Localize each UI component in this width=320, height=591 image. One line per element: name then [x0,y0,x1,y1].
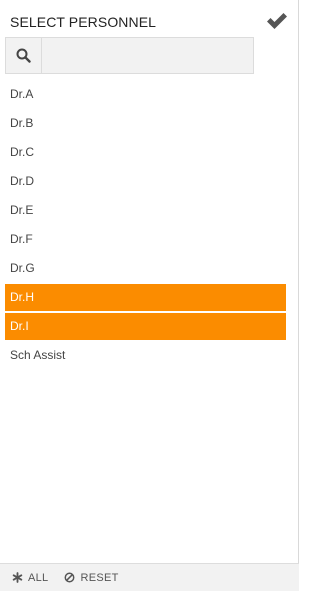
select-all-label: ALL [28,571,49,584]
personnel-item[interactable]: Dr.D [5,168,286,195]
personnel-item[interactable]: Dr.F [5,226,286,253]
search-input[interactable] [42,38,253,73]
personnel-panel: SELECT PERSONNEL Dr.A Dr.B Dr.C Dr.D Dr.E Dr.… [0,0,299,591]
personnel-item[interactable]: Sch Assist [5,342,286,369]
personnel-item[interactable]: Dr.A [5,81,286,108]
asterisk-icon [12,572,23,583]
reset-button[interactable]: RESET [64,572,118,584]
reset-label: RESET [80,571,119,584]
personnel-item[interactable]: Dr.E [5,197,286,224]
panel-footer: ALL RESET [0,563,299,591]
search-bar [5,37,254,74]
checkmark-icon [267,13,287,29]
search-button[interactable] [6,38,42,73]
panel-header: SELECT PERSONNEL [0,0,299,40]
search-icon [16,48,31,63]
confirm-button[interactable] [265,10,289,32]
personnel-item[interactable]: Dr.C [5,139,286,166]
personnel-item[interactable]: Dr.G [5,255,286,282]
select-all-button[interactable]: ALL [12,572,48,584]
personnel-item[interactable]: Dr.B [5,110,286,137]
ban-icon [65,572,75,583]
personnel-item[interactable]: Dr.H [5,284,286,311]
personnel-item[interactable]: Dr.I [5,313,286,340]
personnel-list: Dr.A Dr.B Dr.C Dr.D Dr.E Dr.F Dr.G Dr.H Dr.I Sch … [5,81,286,371]
panel-title: SELECT PERSONNEL [10,14,157,30]
